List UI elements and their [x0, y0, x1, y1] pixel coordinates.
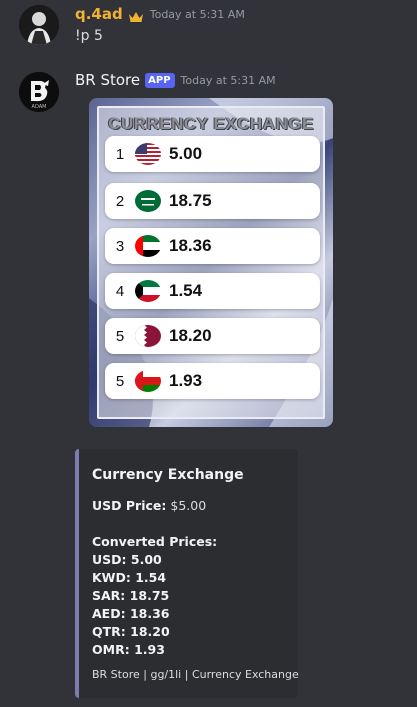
timestamp[interactable]: Today at 5:31 AM [150, 8, 245, 21]
app-badge: APP [145, 72, 175, 88]
rate-value: 1.93 [169, 371, 203, 390]
rate-value: 18.75 [169, 191, 212, 210]
rate-row-aed: 3 18.36 [105, 228, 320, 264]
message-header: q.4ad Today at 5:31 AM [75, 5, 245, 23]
converted-prices-heading: Converted Prices: [92, 534, 218, 549]
kuwait-flag-icon [135, 280, 161, 302]
rate-row-kwd: 4 1.54 [105, 273, 320, 309]
username[interactable]: BR Store [75, 71, 140, 89]
currency-exchange-image[interactable]: CURRENCY EXCHANGE 1 5.00 2 18.75 3 18.36 [89, 98, 333, 427]
timestamp[interactable]: Today at 5:31 AM [181, 74, 276, 87]
oman-flag-icon [135, 370, 161, 392]
rate-number: 2 [115, 192, 125, 210]
username[interactable]: q.4ad [75, 5, 123, 23]
image-title: CURRENCY EXCHANGE [108, 114, 314, 133]
qatar-flag-icon [135, 325, 161, 347]
rate-row-qar: 5 18.20 [105, 318, 320, 354]
bot-logo-icon: ADAM [19, 72, 59, 112]
bot-avatar[interactable]: ADAM [19, 72, 59, 112]
crown-icon [128, 8, 144, 22]
price-line-omr: OMR: 1.93 [92, 642, 165, 657]
embed-footer: BR Store | gg/1li | Currency Exchange [92, 668, 299, 681]
price-line-usd: USD: 5.00 [92, 552, 162, 567]
rate-value: 5.00 [169, 144, 203, 163]
uae-flag-icon [135, 235, 161, 257]
price-line-kwd: KWD: 1.54 [92, 570, 167, 585]
price-line-aed: AED: 18.36 [92, 606, 170, 621]
usd-price-line: USD Price: $5.00 [92, 497, 286, 515]
rate-value: 18.36 [169, 236, 212, 255]
rate-number: 4 [115, 282, 125, 300]
avatar-image [19, 5, 59, 45]
message-header: BR Store APP Today at 5:31 AM [75, 71, 276, 89]
rate-value: 1.54 [169, 281, 203, 300]
rate-number: 1 [115, 145, 125, 163]
usa-flag-icon [135, 143, 161, 165]
price-line-sar: SAR: 18.75 [92, 588, 170, 603]
rate-number: 5 [115, 327, 125, 345]
app-badge-label: APP [148, 74, 171, 86]
saudi-flag-icon [135, 190, 161, 212]
rate-row-omr: 5 1.93 [105, 363, 320, 399]
message-content: !p 5 [75, 28, 103, 44]
embed-title: Currency Exchange [92, 467, 244, 483]
rate-row-sar: 2 18.75 [105, 183, 320, 219]
rate-number: 5 [115, 372, 125, 390]
user-avatar[interactable] [19, 5, 59, 45]
svg-text:ADAM: ADAM [32, 104, 47, 110]
currency-embed: Currency Exchange USD Price: $5.00 Conve… [75, 449, 299, 698]
rate-number: 3 [115, 237, 125, 255]
rate-value: 18.20 [169, 326, 212, 345]
price-line-qtr: QTR: 18.20 [92, 624, 170, 639]
rate-row-usd: 1 5.00 [105, 136, 320, 172]
usd-price-value: $5.00 [170, 498, 207, 513]
usd-price-label: USD Price: [92, 498, 167, 513]
